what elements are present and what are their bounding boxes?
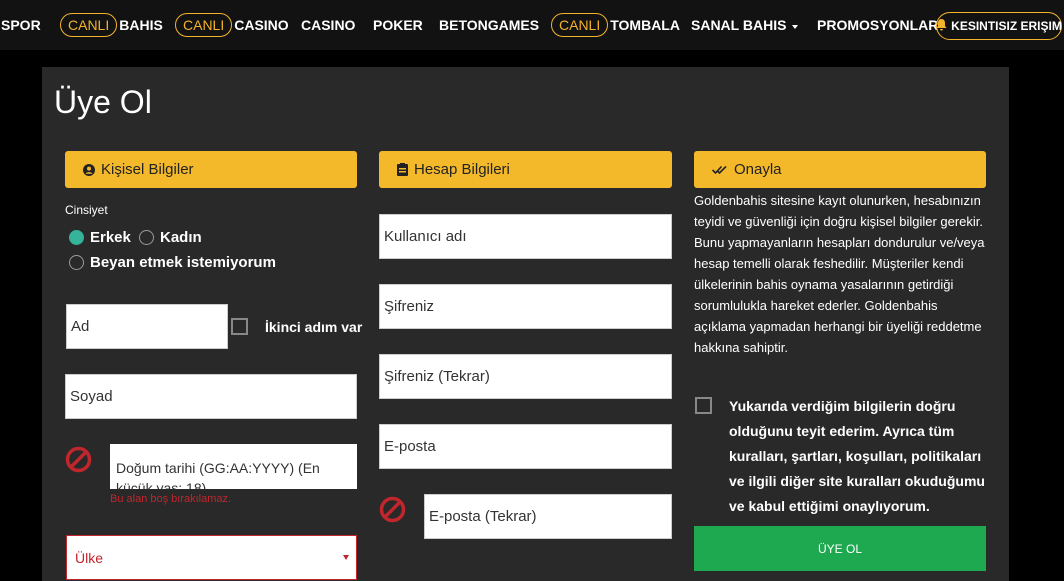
second-step-checkbox[interactable] — [231, 318, 248, 335]
nav-sanal-bahis[interactable]: SANAL BAHIS — [691, 0, 799, 50]
personal-info-header: Kişisel Bilgiler — [65, 151, 357, 188]
email-input[interactable]: E-posta — [379, 424, 672, 469]
radio-gender-male[interactable]: Erkek — [69, 229, 131, 246]
nav-live-casino[interactable]: CANLI CASINO — [175, 0, 289, 50]
live-badge: CANLI — [175, 13, 233, 37]
password-repeat-input[interactable]: Şifreniz (Tekrar) — [379, 354, 672, 399]
account-info-header: Hesap Bilgileri — [379, 151, 672, 188]
birth-date-error: Bu alan boş bırakılamaz. — [110, 493, 232, 505]
email-repeat-input[interactable]: E-posta (Tekrar) — [424, 494, 672, 539]
registration-info-text: Goldenbahis sitesine kayıt olunurken, he… — [694, 193, 985, 355]
nav-live-tombala[interactable]: CANLI TOMBALA — [551, 0, 680, 50]
last-name-input[interactable]: Soyad — [65, 374, 357, 419]
double-check-icon — [712, 165, 727, 174]
radio-icon — [69, 255, 84, 270]
birth-date-input[interactable]: Doğum tarihi (GG:AA:YYYY) (En küçük yaş:… — [110, 444, 357, 489]
nav-live-bahis[interactable]: CANLI BAHIS — [60, 0, 163, 50]
error-ban-icon — [379, 496, 406, 523]
nav-poker[interactable]: POKER — [373, 0, 423, 50]
nav-casino[interactable]: CASINO — [301, 0, 355, 50]
password-input[interactable]: Şifreniz — [379, 284, 672, 329]
radio-gender-undisclosed[interactable]: Beyan etmek istemiyorum — [69, 254, 276, 271]
live-badge: CANLI — [60, 13, 118, 37]
register-button[interactable]: ÜYE OL — [694, 526, 986, 571]
page-title: Üye Ol — [54, 84, 152, 120]
bell-icon — [936, 18, 947, 34]
error-ban-icon — [65, 446, 92, 473]
second-step-label: İkinci adım var — [265, 319, 363, 335]
radio-selected-icon — [69, 230, 84, 245]
agreement-checkbox[interactable] — [695, 397, 712, 414]
radio-icon — [139, 230, 154, 245]
radio-gender-female[interactable]: Kadın — [139, 229, 202, 246]
dropdown-arrow-icon — [343, 555, 349, 560]
confirm-header: Onayla — [694, 151, 986, 188]
user-icon — [83, 163, 95, 176]
live-badge: CANLI — [551, 13, 609, 37]
first-name-input[interactable]: Ad — [66, 304, 228, 349]
nav-betongames[interactable]: BETONGAMES — [439, 0, 539, 50]
agreement-text: Yukarıda verdiğim bilgilerin doğru olduğ… — [729, 398, 985, 514]
username-input[interactable]: Kullanıcı adı — [379, 214, 672, 259]
nav-promosyonlar[interactable]: PROMOSYONLAR — [817, 0, 938, 50]
chevron-down-icon — [792, 25, 799, 29]
top-nav: SPOR CANLI BAHIS CANLI CASINO CASINO POK… — [0, 0, 1064, 50]
access-button[interactable]: KESINTISIZ ERIŞIM — [936, 12, 1062, 40]
gender-label: Cinsiyet — [65, 203, 108, 217]
id-card-icon — [397, 163, 408, 176]
nav-spor[interactable]: SPOR — [1, 0, 41, 50]
country-select[interactable]: Ülke — [66, 535, 357, 580]
